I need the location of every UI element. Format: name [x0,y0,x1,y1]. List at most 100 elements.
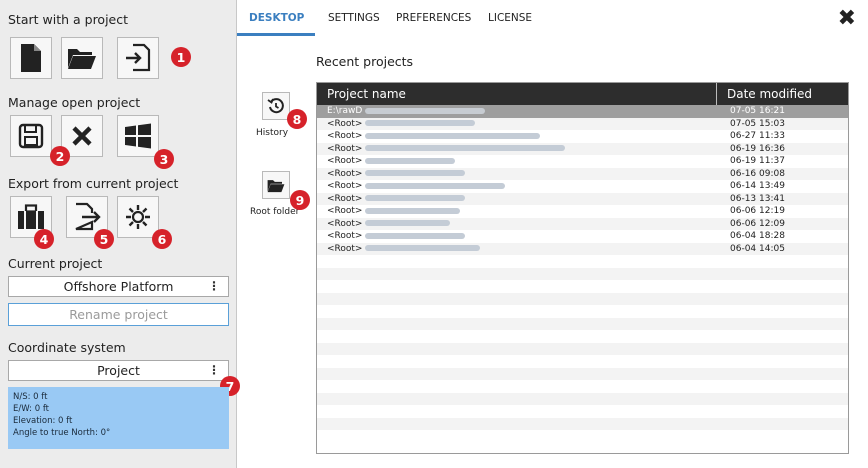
project-path-prefix: <Root> [327,143,363,154]
coord-ew: E/W: 0 ft [13,404,49,414]
empty-row [317,392,848,405]
callout-badge-6: 6 [152,229,172,249]
project-name-cell: <Root> [317,243,717,256]
windows-button[interactable] [117,115,159,157]
callout-badge-1: 1 [171,47,191,67]
empty-row [317,292,848,305]
table-row[interactable]: <Root> 06-06 12:09 [317,217,848,231]
project-path-prefix: <Root> [327,231,363,241]
history-icon [267,98,284,114]
tab-settings[interactable]: SETTINGS [328,12,380,24]
table-row[interactable]: <Root> 06-13 13:41 [317,192,848,206]
new-project-button[interactable] [10,37,52,79]
start-section-title: Start with a project [8,12,129,27]
date-modified-cell: 07-05 16:21 [730,106,785,116]
close-x-icon [72,126,92,146]
current-project-title: Current project [8,256,103,271]
import-icon [126,43,151,72]
empty-row [317,342,848,355]
project-name-cell: <Root> [317,230,717,243]
export-icon [75,202,101,231]
table-row[interactable]: <Root> 06-04 18:28 [317,230,848,243]
empty-row [317,367,848,380]
redacted-path [365,132,541,139]
project-path-prefix: <Root> [327,243,363,254]
callout-badge-5: 5 [94,229,114,249]
briefcase-icon [18,204,44,229]
coordinate-info-box: N/S: 0 ft E/W: 0 ft Elevation: 0 ft Angl… [8,387,229,449]
date-modified-cell: 06-14 13:49 [730,181,785,191]
empty-row [317,330,848,343]
coordinate-system-value: Project [97,363,140,378]
date-modified-cell: 06-16 09:08 [730,168,785,179]
root-folder-button[interactable] [262,171,290,199]
empty-row [317,255,848,268]
empty-row [317,280,848,293]
table-body: E:\rawD 07-05 16:21 <Root> 07-05 15:03 <Root… [317,105,848,430]
table-row[interactable]: <Root> 06-06 12:19 [317,205,848,218]
callout-badge-9: 9 [290,190,310,210]
history-button[interactable] [262,92,290,120]
root-folder-label: Root folder [250,207,300,217]
more-options-icon[interactable]: ⋮ [208,279,220,293]
empty-row [317,317,848,330]
tab-preferences[interactable]: PREFERENCES [396,12,471,24]
empty-row [317,380,848,393]
folder-open-icon [68,49,96,69]
folder-open-icon [267,179,285,192]
manage-section-title: Manage open project [8,95,141,110]
new-file-icon [21,44,41,72]
project-name-cell: <Root> [317,205,717,218]
open-project-button[interactable] [61,37,103,79]
coordinate-system-title: Coordinate system [8,340,126,355]
more-options-icon[interactable]: ⋮ [208,363,220,377]
table-row[interactable]: <Root> 06-19 16:36 [317,142,848,155]
tab-license[interactable]: LICENSE [488,12,532,24]
callout-badge-2: 2 [50,146,70,166]
project-name-cell: E:\rawD [317,105,717,118]
windows-icon [125,123,151,149]
empty-row [317,417,848,430]
table-row[interactable]: <Root> 06-27 11:33 [317,130,848,143]
date-modified-cell: 06-19 16:36 [730,143,785,154]
project-path-prefix: <Root> [327,168,363,179]
column-header-date[interactable]: Date modified [717,83,848,105]
table-row[interactable]: E:\rawD 07-05 16:21 [317,105,848,118]
empty-row [317,405,848,418]
current-project-select[interactable]: Offshore Platform ⋮ [8,276,229,297]
table-row[interactable]: <Root> 06-19 11:37 [317,155,848,168]
table-row[interactable]: <Root> 06-16 09:08 [317,167,848,181]
export-settings-button[interactable] [117,196,159,238]
date-modified-cell: 06-04 18:28 [730,231,785,241]
project-name-cell: <Root> [317,130,717,143]
redacted-path [365,207,461,214]
rename-project-input[interactable]: Rename project [8,303,229,326]
tab-desktop[interactable]: DESKTOP [249,12,304,24]
save-project-button[interactable] [10,115,52,157]
project-path-prefix: <Root> [327,206,363,216]
project-name-cell: <Root> [317,118,717,131]
project-name-cell: <Root> [317,193,717,206]
redacted-path [365,195,466,201]
project-name-cell: <Root> [317,168,717,181]
redacted-path [365,157,456,164]
column-header-name[interactable]: Project name [317,83,717,105]
table-row[interactable]: <Root> 06-04 14:05 [317,242,848,256]
close-icon[interactable]: ✖ [838,6,856,31]
empty-row [317,355,848,368]
project-path-prefix: <Root> [327,218,363,229]
coordinate-system-select[interactable]: Project ⋮ [8,360,229,381]
recent-projects-table: Project name Date modified E:\rawD 07-05 … [316,82,849,454]
project-name-cell: <Root> [317,218,717,231]
sun-gear-icon [126,205,150,229]
active-tab-indicator [237,33,315,36]
date-modified-cell: 06-04 14:05 [730,243,785,254]
coord-ns: N/S: 0 ft [13,392,48,402]
project-path-prefix: <Root> [327,156,363,166]
table-row[interactable]: <Root> 06-14 13:49 [317,180,848,193]
import-project-button[interactable] [117,37,159,79]
export-section-title: Export from current project [8,176,179,191]
table-header: Project name Date modified [317,83,848,105]
table-row[interactable]: <Root> 07-05 15:03 [317,117,848,131]
redacted-path [365,182,506,189]
